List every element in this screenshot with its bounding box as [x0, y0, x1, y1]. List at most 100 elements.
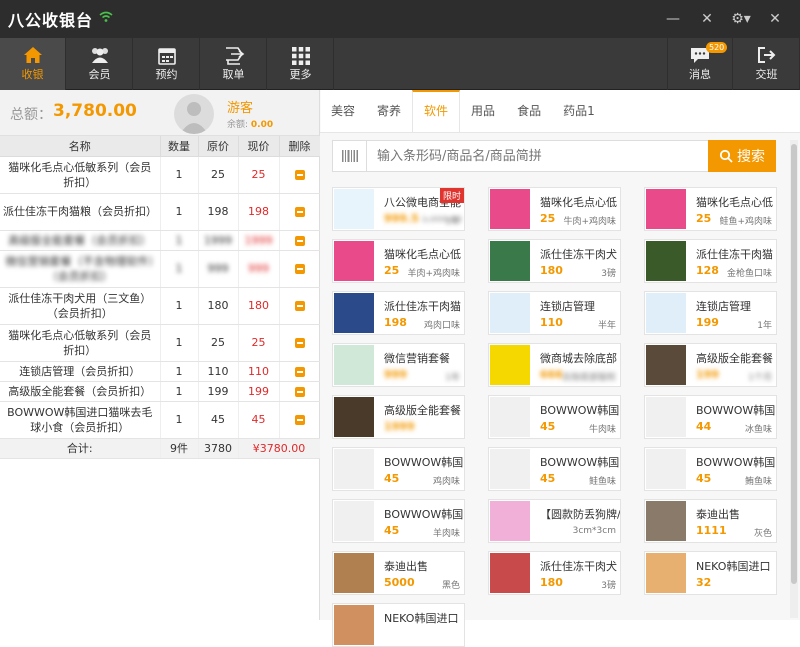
cart-item-qty[interactable]: 1: [160, 381, 199, 402]
cart-row[interactable]: BOWWOW韩国进口猫咪去毛球小食（会员折扣） 1 45 45: [0, 401, 321, 439]
product-card[interactable]: BOWWOW韩国 45 羊肉味: [332, 499, 465, 543]
cart-item-price[interactable]: 1999: [238, 230, 280, 251]
cart-item-qty[interactable]: 1: [160, 193, 199, 231]
product-card[interactable]: 猫咪化毛点心低 25 鲑鱼+鸡肉味: [644, 187, 777, 231]
cart-item-qty[interactable]: 1: [160, 156, 199, 194]
cart-item-price[interactable]: 999: [238, 250, 280, 288]
product-price-value: 128: [696, 264, 719, 277]
product-card[interactable]: 高级版全能套餐 199 1个月: [644, 343, 777, 387]
product-image: [490, 293, 530, 333]
toolbar-retrieve-order-button[interactable]: 取单: [201, 38, 267, 90]
cart-item-price[interactable]: 45: [238, 401, 280, 439]
toolbar-handover-button[interactable]: 交班: [734, 38, 800, 90]
product-card[interactable]: 派仕佳冻干肉猫 128 金枪鱼口味: [644, 239, 777, 283]
toolbar-more-button[interactable]: 更多: [268, 38, 334, 90]
category-tab[interactable]: 药品1: [552, 90, 606, 132]
cart-item-name: 猫咪化毛点心低敏系列（会员折扣）: [0, 324, 161, 362]
cart-row[interactable]: 连锁店管理（会员折扣） 1 110 110: [0, 361, 321, 382]
product-card[interactable]: 泰迪出售 5000 黑色: [332, 551, 465, 595]
category-tab[interactable]: 寄养: [366, 90, 412, 132]
product-image: [334, 501, 374, 541]
barcode-icon[interactable]: [333, 141, 367, 171]
cart-item-qty[interactable]: 1: [160, 401, 199, 439]
toolbar-checkout-button[interactable]: 收银: [0, 38, 66, 90]
delete-icon[interactable]: [294, 386, 305, 397]
product-card[interactable]: BOWWOW韩国 45 牛肉味: [488, 395, 621, 439]
product-name: 派仕佳冻干肉猫: [696, 248, 773, 261]
settings-icon[interactable]: ⚙▾: [724, 11, 758, 27]
cart-row[interactable]: 猫咪化毛点心低敏系列（会员折扣） 1 25 25: [0, 156, 321, 194]
product-card[interactable]: BOWWOW韩国 45 鸡肉味: [332, 447, 465, 491]
product-panel: 美容寄养软件用品食品药品1 搜索 八公微电商全能999.51,999.001年限…: [320, 90, 800, 647]
cart-row[interactable]: 高级版全能套餐（会员折扣） 1 199 199: [0, 381, 321, 402]
product-card[interactable]: 连锁店管理 110 半年: [488, 291, 621, 335]
cart-row[interactable]: 派仕佳冻干肉犬用（三文鱼）（会员折扣） 1 180 180: [0, 287, 321, 325]
avatar[interactable]: [174, 94, 214, 134]
product-scrollbar[interactable]: [790, 140, 798, 618]
delete-icon[interactable]: [294, 366, 305, 377]
delete-icon[interactable]: [294, 338, 305, 348]
product-card[interactable]: 【圆款防丢狗牌/3cm*3cm: [488, 499, 621, 543]
product-price: 1111: [696, 524, 727, 537]
cart-row[interactable]: 微信营销套餐（不含物理软件）（会员折扣） 1 999 999: [0, 250, 321, 288]
search-button[interactable]: 搜索: [708, 140, 776, 172]
cart-item-price[interactable]: 199: [238, 381, 280, 402]
restore-icon[interactable]: ✕: [690, 11, 724, 27]
product-card[interactable]: 八公微电商全能 999.5 1,999.00 1年 限时: [332, 187, 465, 231]
product-price-value: 5000: [384, 576, 415, 589]
delete-icon[interactable]: [294, 207, 305, 217]
close-icon[interactable]: ✕: [758, 11, 792, 27]
product-card[interactable]: 猫咪化毛点心低 25 羊肉+鸡肉味: [332, 239, 465, 283]
product-card[interactable]: 微商城去除底部 666 去除底部版权: [488, 343, 621, 387]
category-tab[interactable]: 食品: [506, 90, 552, 132]
member-name[interactable]: 游客: [227, 97, 253, 116]
cart-item-price[interactable]: 110: [238, 361, 280, 382]
cart-item-name: 高级版全能套餐（会员折扣）: [0, 230, 161, 251]
product-card[interactable]: 高级版全能套餐 1999: [332, 395, 465, 439]
cart-item-price[interactable]: 25: [238, 324, 280, 362]
product-name: 泰迪出售: [696, 508, 740, 521]
product-card[interactable]: BOWWOW韩国 45 鲑鱼味: [488, 447, 621, 491]
product-card[interactable]: 派仕佳冻干肉犬 180 3磅: [488, 551, 621, 595]
product-spec: 1个月: [748, 373, 772, 383]
cart-item-price[interactable]: 25: [238, 156, 280, 194]
product-spec: 3磅: [601, 269, 616, 279]
product-card[interactable]: 微信营销套餐 999 1年: [332, 343, 465, 387]
delete-icon[interactable]: [294, 264, 305, 274]
product-card[interactable]: 派仕佳冻干肉猫 198 鸡肉口味: [332, 291, 465, 335]
delete-icon[interactable]: [294, 170, 305, 180]
cart-item-price[interactable]: 180: [238, 287, 280, 325]
product-card[interactable]: 连锁店管理 199 1年: [644, 291, 777, 335]
search-input[interactable]: [367, 142, 708, 170]
category-tab[interactable]: 软件: [412, 90, 461, 132]
cart-item-qty[interactable]: 1: [160, 230, 199, 251]
scrollbar-thumb[interactable]: [791, 144, 797, 584]
toolbar-messages-button[interactable]: 520 消息: [667, 38, 733, 90]
toolbar-appointment-button[interactable]: 预约: [134, 38, 200, 90]
cart-row[interactable]: 派仕佳冻干肉猫粮（会员折扣） 1 198 198: [0, 193, 321, 231]
product-card[interactable]: 泰迪出售 1111 灰色: [644, 499, 777, 543]
product-card[interactable]: BOWWOW韩国 45 鲔鱼味: [644, 447, 777, 491]
cart-item-qty[interactable]: 1: [160, 287, 199, 325]
product-card[interactable]: 派仕佳冻干肉犬 180 3磅: [488, 239, 621, 283]
cart-row[interactable]: 高级版全能套餐（会员折扣） 1 1999 1999: [0, 230, 321, 251]
cart-row[interactable]: 猫咪化毛点心低敏系列（会员折扣） 1 25 25: [0, 324, 321, 362]
cart-total-qty: 9件: [160, 438, 199, 459]
toolbar-members-button[interactable]: 会员: [67, 38, 133, 90]
product-card[interactable]: 猫咪化毛点心低 25 牛肉+鸡肉味: [488, 187, 621, 231]
category-tab[interactable]: 用品: [460, 90, 506, 132]
delete-icon[interactable]: [294, 235, 305, 246]
product-card[interactable]: NEKO韩国进口: [332, 603, 465, 647]
main-toolbar: 收银 会员 预约 取单 更多 520 消息 交班: [0, 38, 800, 90]
delete-icon[interactable]: [294, 415, 305, 425]
cart-item-qty[interactable]: 1: [160, 361, 199, 382]
product-card[interactable]: BOWWOW韩国 44 冰鱼味: [644, 395, 777, 439]
category-tab[interactable]: 美容: [320, 90, 366, 132]
minimize-icon[interactable]: —: [656, 11, 690, 27]
delete-icon[interactable]: [294, 301, 305, 311]
cart-item-qty[interactable]: 1: [160, 324, 199, 362]
cart-item-price[interactable]: 198: [238, 193, 280, 231]
product-card[interactable]: NEKO韩国进口 32: [644, 551, 777, 595]
product-name: 猫咪化毛点心低: [540, 196, 617, 209]
cart-item-qty[interactable]: 1: [160, 250, 199, 288]
